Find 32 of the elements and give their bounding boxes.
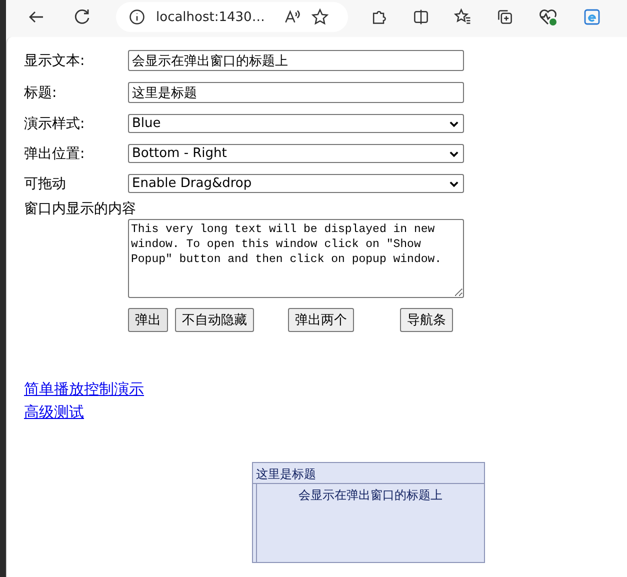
link[interactable]: 高级测试 [24, 403, 84, 422]
health-icon[interactable] [538, 7, 558, 27]
collections-icon[interactable] [496, 8, 514, 26]
action-button[interactable]: 导航条 [400, 308, 453, 332]
dropdown[interactable]: Enable Drag&drop [128, 174, 464, 193]
favorites-icon[interactable] [454, 8, 472, 26]
popup-title: 这里是标题 [253, 463, 484, 484]
link[interactable]: 简单播放控制演示 [24, 380, 144, 399]
info-icon [128, 8, 146, 26]
action-button[interactable]: 弹出两个 [288, 308, 354, 332]
field-label: 演示样式: [24, 114, 86, 132]
text-field[interactable]: 会显示在弹出窗口的标题上 [128, 50, 464, 71]
star-icon[interactable] [310, 8, 329, 26]
action-button[interactable]: 弹出 [128, 308, 168, 332]
text-area[interactable]: This very long text will be displayed in new window. To open this window click on "Show Popup" button and then click on popup window. [128, 219, 464, 298]
field-label: 标题: [24, 84, 58, 102]
url-text: localhost:1430… [156, 10, 265, 24]
edge-icon[interactable] [582, 7, 602, 27]
action-button[interactable]: 不自动隐藏 [175, 308, 254, 332]
popup-message: 会显示在弹出窗口的标题上 [298, 488, 442, 502]
popup-window[interactable]: 这里是标题 会显示在弹出窗口的标题上 [252, 462, 485, 563]
split-screen-icon[interactable] [412, 8, 430, 26]
field-label: 弹出位置: [24, 144, 86, 162]
dropdown[interactable]: Bottom - Right [128, 144, 464, 163]
reload-icon[interactable] [72, 7, 92, 27]
field-label: 显示文本: [24, 52, 86, 70]
text-field[interactable]: 这里是标题 [128, 82, 464, 103]
dropdown[interactable]: Blue [128, 114, 464, 133]
field-label: 可拖动 [24, 174, 67, 192]
address-bar[interactable]: localhost:1430… [116, 2, 348, 32]
puzzle-icon[interactable] [370, 8, 388, 26]
field-label: 窗口内显示的内容 [24, 200, 137, 218]
